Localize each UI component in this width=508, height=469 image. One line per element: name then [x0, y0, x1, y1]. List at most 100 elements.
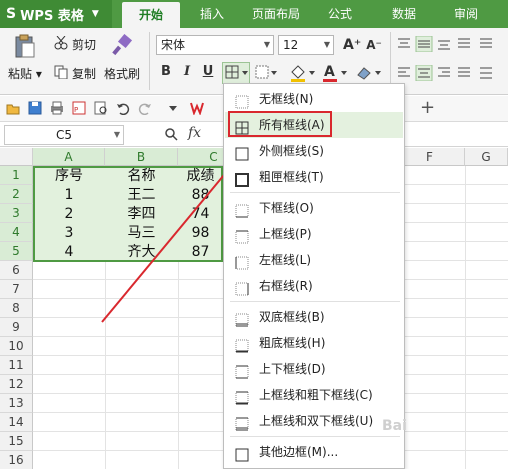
plus-icon[interactable]: +: [420, 99, 436, 117]
chevron-down-icon: ▼: [263, 40, 270, 49]
row-header[interactable]: 13: [0, 394, 33, 413]
menu-separator: [230, 192, 400, 193]
app-menu-button[interactable]: S WPS 表格 ▼: [0, 0, 112, 28]
row-header[interactable]: 14: [0, 413, 33, 432]
tab-formulas[interactable]: 公式: [320, 0, 360, 28]
menu-item-label: 外侧框线(S): [259, 144, 324, 158]
redo-icon[interactable]: [138, 101, 152, 116]
tab-page-layout[interactable]: 页面布局: [246, 0, 306, 28]
menu-item-double-bottom-border[interactable]: 双底框线(B): [225, 304, 403, 330]
table-cell[interactable]: 98: [178, 224, 223, 243]
table-cell[interactable]: 3: [33, 224, 105, 243]
copy-icon[interactable]: [54, 65, 68, 80]
table-cell[interactable]: 4: [33, 243, 105, 262]
column-header-f[interactable]: F: [395, 148, 465, 166]
menu-item-thick-box-border[interactable]: 粗匣框线(T): [225, 164, 403, 190]
undo-icon[interactable]: [116, 101, 130, 116]
copy-button[interactable]: 复制: [72, 65, 96, 82]
row-header[interactable]: 11: [0, 356, 33, 375]
zoom-icon[interactable]: [164, 127, 178, 141]
menu-item-more-borders[interactable]: 其他边框(M)...: [225, 439, 403, 465]
table-cell[interactable]: 李四: [105, 205, 178, 224]
table-cell[interactable]: 齐大: [105, 243, 178, 262]
italic-button[interactable]: I: [179, 63, 195, 81]
menu-item-bottom-border[interactable]: 下框线(O): [225, 195, 403, 221]
menu-item-top-thick-bottom-border[interactable]: 上框线和粗下框线(C): [225, 382, 403, 408]
column-header-a[interactable]: A: [33, 148, 105, 166]
table-cell[interactable]: 2: [33, 205, 105, 224]
table-cell[interactable]: 名称: [105, 167, 178, 186]
clear-format-button[interactable]: [354, 63, 382, 83]
tab-review[interactable]: 审阅: [446, 0, 486, 28]
row-header[interactable]: 9: [0, 318, 33, 337]
table-cell[interactable]: 1: [33, 186, 105, 205]
menu-item-no-border[interactable]: 无框线(N): [225, 86, 403, 112]
function-button[interactable]: fx: [188, 125, 201, 141]
font-color-button[interactable]: A: [320, 63, 348, 83]
eraser-icon: [357, 67, 381, 80]
menu-item-top-bottom-border[interactable]: 上下框线(D): [225, 356, 403, 382]
menu-item-top-border[interactable]: 上框线(P): [225, 221, 403, 247]
tab-insert[interactable]: 插入: [192, 0, 232, 28]
table-cell[interactable]: 74: [178, 205, 223, 224]
row-header[interactable]: 12: [0, 375, 33, 394]
column-header-b[interactable]: B: [105, 148, 178, 166]
select-all-corner[interactable]: [0, 148, 33, 166]
row-header[interactable]: 6: [0, 261, 33, 280]
row-header[interactable]: 10: [0, 337, 33, 356]
menu-item-left-border[interactable]: 左框线(L): [225, 247, 403, 273]
folder-icon[interactable]: [6, 101, 20, 115]
row-header[interactable]: 3: [0, 204, 33, 223]
row-header[interactable]: 15: [0, 432, 33, 451]
ribbon-divider: [390, 32, 391, 90]
menu-item-top-double-bottom-border[interactable]: 上框线和双下框线(U): [225, 408, 403, 434]
grow-font-button[interactable]: A⁺: [343, 36, 361, 54]
font-size-select[interactable]: 12 ▼: [278, 35, 334, 55]
font-name-select[interactable]: 宋体 ▼: [156, 35, 274, 55]
menu-item-label: 右框线(R): [259, 279, 313, 293]
vertical-align-group: [396, 35, 504, 53]
table-cell[interactable]: 88: [178, 186, 223, 205]
table-cell[interactable]: 马三: [105, 224, 178, 243]
preview-icon[interactable]: [94, 101, 108, 115]
print-icon[interactable]: [50, 101, 64, 115]
cut-button[interactable]: 剪切: [72, 36, 96, 53]
row-header[interactable]: 7: [0, 280, 33, 299]
bold-button[interactable]: B: [158, 63, 174, 81]
wps-icon[interactable]: [190, 101, 204, 116]
row-header[interactable]: 5: [0, 242, 33, 261]
row-header[interactable]: 1: [0, 166, 33, 185]
name-box[interactable]: C5 ▼: [4, 125, 124, 145]
tab-data[interactable]: 数据: [384, 0, 424, 28]
bottom-border-icon: [235, 201, 249, 218]
double-bottom-border-icon: [235, 310, 249, 327]
paste-button[interactable]: 粘贴 ▾: [8, 65, 42, 82]
shrink-font-button[interactable]: A⁻: [365, 36, 383, 54]
menu-item-right-border[interactable]: 右框线(R): [225, 273, 403, 299]
customize-icon[interactable]: [166, 101, 180, 115]
table-cell[interactable]: 序号: [33, 167, 105, 186]
table-cell[interactable]: 87: [178, 243, 223, 262]
pdf-icon[interactable]: P: [72, 101, 86, 115]
table-cell[interactable]: 王二: [105, 186, 178, 205]
table-cell[interactable]: 成绩: [178, 167, 223, 186]
row-header[interactable]: 8: [0, 299, 33, 318]
border-button[interactable]: [222, 62, 250, 84]
save-icon[interactable]: [28, 101, 42, 115]
tab-home[interactable]: 开始: [122, 2, 180, 28]
scissors-icon[interactable]: [54, 35, 68, 50]
column-header-g[interactable]: G: [465, 148, 508, 166]
cell-style-button[interactable]: [254, 63, 278, 83]
menu-item-outside-borders[interactable]: 外侧框线(S): [225, 138, 403, 164]
format-painter-button[interactable]: 格式刷: [104, 65, 140, 82]
row-header[interactable]: 4: [0, 223, 33, 242]
row-header[interactable]: 16: [0, 451, 33, 469]
fill-color-button[interactable]: [288, 63, 316, 83]
menu-item-thick-bottom-border[interactable]: 粗底框线(H): [225, 330, 403, 356]
paste-icon[interactable]: [10, 34, 38, 60]
menu-item-label: 其他边框(M)...: [259, 445, 339, 459]
brush-icon[interactable]: [110, 33, 134, 58]
top-thick-bottom-border-icon: [235, 388, 249, 405]
row-header[interactable]: 2: [0, 185, 33, 204]
underline-button[interactable]: U: [200, 63, 216, 81]
